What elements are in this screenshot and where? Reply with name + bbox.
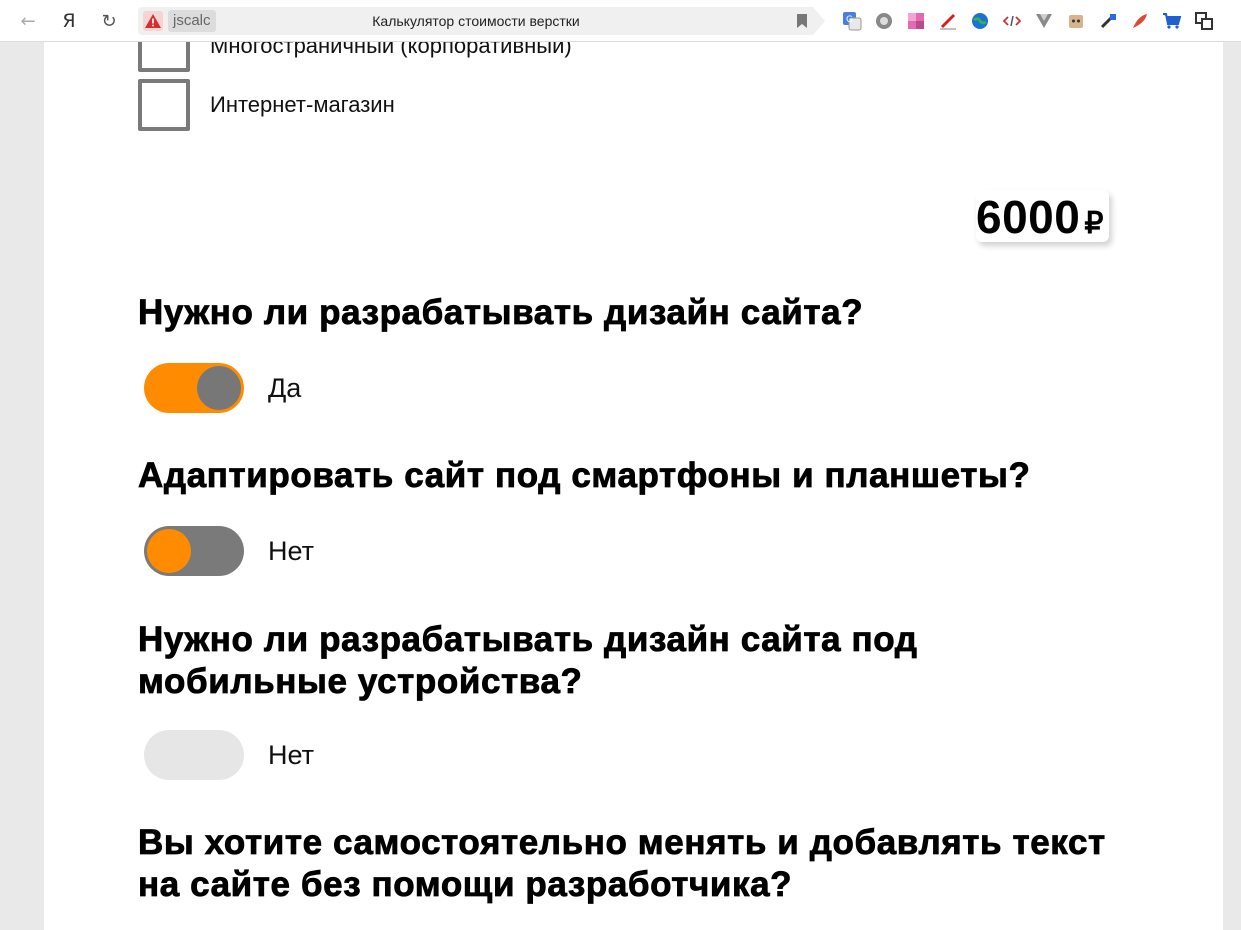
toggle-knob — [197, 366, 241, 410]
settings-gear-icon[interactable] — [872, 9, 896, 33]
option-multipage[interactable]: Многостраничный (корпоративный) — [138, 42, 572, 72]
robot-icon[interactable] — [1064, 9, 1088, 33]
svg-text:G: G — [846, 15, 853, 25]
toggle-mobile-design-row: Нет — [144, 730, 314, 780]
question-adaptive: Адаптировать сайт под смартфоны и планше… — [138, 456, 1031, 496]
vue-icon[interactable] — [1032, 9, 1056, 33]
toggle-knob — [147, 529, 191, 573]
ruble-icon: ₽ — [1084, 207, 1104, 240]
yandex-home-button[interactable]: Я — [57, 9, 81, 33]
toggle-design-row: Да — [144, 363, 301, 413]
reload-icon[interactable]: ↻ — [97, 9, 121, 33]
total-price: 6000 ₽ — [976, 190, 1110, 243]
checkbox[interactable] — [138, 79, 190, 131]
bookmark-icon[interactable] — [797, 14, 807, 28]
browser-toolbar: ← Я ↻ jscalc Калькулятор стоимости верст… — [0, 0, 1241, 42]
question-mobile-design: Нужно ли разрабатывать дизайн сайта под … — [138, 620, 918, 702]
toggle-label: Нет — [268, 739, 314, 770]
pen-icon[interactable] — [936, 9, 960, 33]
url-host[interactable]: jscalc — [168, 10, 216, 32]
option-eshop[interactable]: Интернет-магазин — [138, 79, 395, 131]
code-icon[interactable] — [1000, 9, 1024, 33]
option-label: Интернет-магазин — [210, 92, 395, 117]
checkbox[interactable] — [138, 42, 190, 72]
address-bar[interactable]: jscalc Калькулятор стоимости верстки — [138, 7, 825, 35]
question-cms: Вы хотите самостоятельно менять и добавл… — [138, 823, 1106, 905]
toggle-label: Да — [268, 372, 302, 403]
toggle-mobile-design[interactable] — [144, 730, 244, 780]
warning-icon[interactable] — [143, 11, 163, 31]
toggle-label: Нет — [268, 535, 314, 566]
cart-icon[interactable] — [1160, 9, 1184, 33]
pipette-icon[interactable] — [1096, 9, 1120, 33]
color-palette-icon[interactable] — [904, 9, 928, 33]
page-viewport: Многостраничный (корпоративный) Интернет… — [0, 42, 1241, 930]
toggle-design[interactable] — [144, 363, 244, 413]
question-design: Нужно ли разрабатывать дизайн сайта? — [138, 293, 864, 333]
translate-icon[interactable]: G — [840, 9, 864, 33]
option-label: Многостраничный (корпоративный) — [210, 42, 572, 58]
feather-icon[interactable] — [1128, 9, 1152, 33]
toggle-adaptive[interactable] — [144, 526, 244, 576]
globe-icon[interactable] — [968, 9, 992, 33]
back-icon[interactable]: ← — [16, 9, 40, 33]
price-value: 6000 — [976, 191, 1081, 243]
page-title: Калькулятор стоимости верстки — [372, 13, 580, 29]
toggle-adaptive-row: Нет — [144, 526, 314, 576]
extensions-bar: G — [840, 9, 1216, 33]
translate-alt-icon[interactable] — [1192, 9, 1216, 33]
